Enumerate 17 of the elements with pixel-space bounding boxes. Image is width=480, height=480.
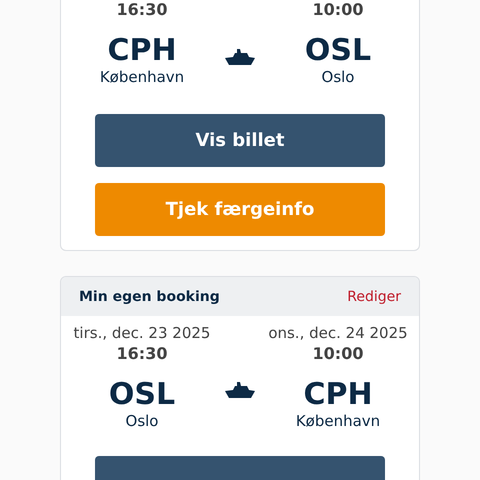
- travel-time: 10:00: [312, 0, 364, 20]
- travel-date: ons., dec. 24 2025: [268, 323, 408, 344]
- travel-time: 16:30: [116, 0, 168, 20]
- port-code: CPH: [303, 378, 373, 412]
- travel-time: 16:30: [116, 344, 168, 364]
- city-name: København: [100, 68, 184, 86]
- travel-time: 10:00: [312, 344, 364, 364]
- city-name: Oslo: [126, 412, 158, 430]
- edit-link[interactable]: Rediger: [347, 288, 401, 304]
- port-code: CPH: [107, 34, 177, 68]
- city-name: København: [296, 412, 380, 430]
- travel-date: tirs., dec. 23 2025: [74, 323, 210, 344]
- port-code: OSL: [304, 34, 372, 68]
- port-code: OSL: [108, 378, 176, 412]
- ticket-button[interactable]: Vis billet: [95, 114, 385, 167]
- booking-title: Min egen booking: [79, 288, 220, 304]
- city-name: Oslo: [322, 68, 354, 86]
